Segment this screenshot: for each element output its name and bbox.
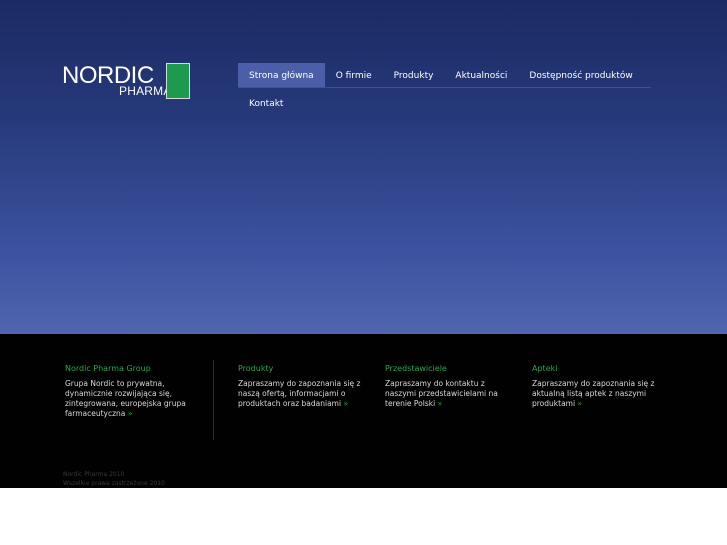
footer-column-pharmacies: Apteki Zapraszamy do zapoznania się z ak… (532, 364, 657, 409)
footer-text: Zapraszamy do zapoznania się z naszą ofe… (238, 379, 361, 408)
footer-divider (213, 360, 214, 440)
footer-heading[interactable]: Produkty (238, 364, 366, 374)
footer: Nordic Pharma Group Grupa Nordic to pryw… (0, 334, 727, 488)
hero-banner: NORDIC PHARMA Strona główna O firmie Pro… (0, 0, 727, 334)
footer-text: Grupa Nordic to prywatna, dynamicznie ro… (65, 379, 186, 418)
nav-item-products[interactable]: Produkty (383, 63, 445, 87)
footer-text: Zapraszamy do zapoznania się z aktualną … (532, 379, 655, 408)
nordic-pharma-logo[interactable]: NORDIC PHARMA (62, 62, 192, 100)
nav-second-row: Kontakt (238, 91, 294, 115)
nav-item-home[interactable]: Strona główna (238, 63, 325, 87)
footer-heading[interactable]: Apteki (532, 364, 657, 374)
nav-item-about[interactable]: O firmie (325, 63, 383, 87)
read-more-link[interactable]: » (577, 399, 582, 408)
copyright: Nordic Pharma 2010 Wszelkie prawa zastrz… (63, 470, 165, 488)
footer-text: Zapraszamy do kontaktu z naszymi przedst… (385, 379, 498, 408)
footer-column-representatives: Przedstawiciele Zapraszamy do kontaktu z… (385, 364, 510, 409)
footer-column-products: Produkty Zapraszamy do zapoznania się z … (238, 364, 366, 409)
copyright-line: Nordic Pharma 2010 (63, 471, 125, 478)
logo-subtitle: PHARMA (119, 84, 172, 98)
nav-item-availability[interactable]: Dostępność produktów (518, 63, 643, 87)
nav-divider (238, 87, 651, 88)
nav-item-contact[interactable]: Kontakt (238, 91, 294, 115)
logo-green-square-icon (166, 63, 190, 99)
footer-heading[interactable]: Nordic Pharma Group (65, 364, 200, 374)
nav-item-news[interactable]: Aktualności (444, 63, 518, 87)
read-more-link[interactable]: » (438, 399, 443, 408)
footer-column-group: Nordic Pharma Group Grupa Nordic to pryw… (65, 364, 200, 419)
footer-heading[interactable]: Przedstawiciele (385, 364, 510, 374)
read-more-link[interactable]: » (343, 399, 348, 408)
main-navigation: Strona główna O firmie Produkty Aktualno… (238, 63, 644, 87)
read-more-link[interactable]: » (128, 409, 133, 418)
copyright-line: Wszelkie prawa zastrzeżone 2010 (63, 480, 165, 487)
